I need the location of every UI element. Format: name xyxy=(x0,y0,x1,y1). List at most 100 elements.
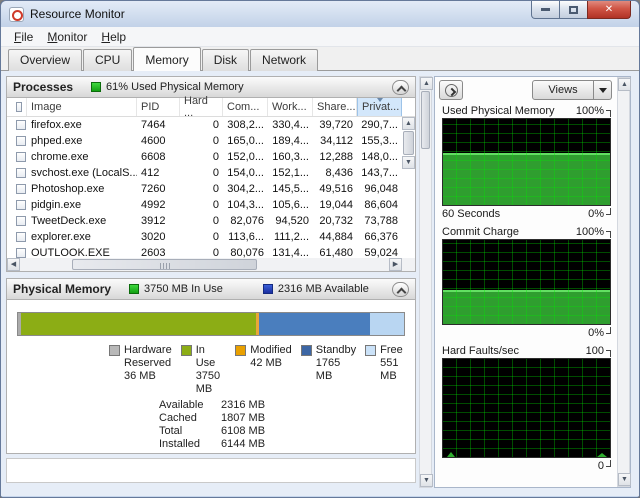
expand-panel-button[interactable] xyxy=(439,80,463,100)
graphs-panel-header: Views xyxy=(435,77,630,103)
scroll-down-icon[interactable]: ▼ xyxy=(618,473,631,486)
tab-cpu[interactable]: CPU xyxy=(83,49,133,71)
scrollbar-thumb[interactable] xyxy=(421,91,430,149)
scroll-up-icon[interactable]: ▲ xyxy=(420,77,433,90)
table-row[interactable]: svchost.exe (LocalS... 412 0 154,0... 152,1.… xyxy=(7,165,402,181)
column-header-work[interactable]: Work... xyxy=(268,98,313,116)
legend-swatch xyxy=(365,345,377,356)
column-header-image[interactable]: Image xyxy=(27,98,137,116)
minimize-button[interactable] xyxy=(531,1,560,19)
cell-image: chrome.exe xyxy=(31,151,89,163)
stat-value: 1807 MB xyxy=(221,412,266,424)
cell-value: 304,2... xyxy=(227,183,264,195)
cell-image: Photoshop.exe xyxy=(31,183,105,195)
graph-bottom-row: 0 xyxy=(442,458,611,473)
menu-item-help[interactable]: Help xyxy=(94,28,133,46)
title-bar[interactable]: Resource Monitor ✕ xyxy=(1,1,639,27)
row-checkbox[interactable] xyxy=(16,184,26,194)
collapse-physical-memory-button[interactable] xyxy=(392,281,409,297)
row-checkbox-cell xyxy=(7,216,27,226)
column-header-com[interactable]: Com... xyxy=(223,98,268,116)
tab-disk[interactable]: Disk xyxy=(201,49,250,71)
table-row[interactable]: firefox.exe 7464 0 308,2... 330,4... 39,720 29… xyxy=(7,117,402,133)
views-button-label[interactable]: Views xyxy=(532,80,594,100)
menu-item-file[interactable]: File xyxy=(7,28,40,46)
graph-gap xyxy=(442,473,611,476)
close-button[interactable]: ✕ xyxy=(587,1,631,19)
scroll-left-icon[interactable]: ◀ xyxy=(7,258,20,271)
graph-min-label: 0% xyxy=(588,326,604,339)
legend-value: 1765 MB xyxy=(315,357,341,382)
row-checkbox[interactable] xyxy=(16,168,26,178)
scrollbar-corner xyxy=(402,258,415,271)
left-pane-scrollbar[interactable]: ▲ ▼ xyxy=(419,76,433,488)
row-checkbox[interactable] xyxy=(16,136,26,146)
scroll-up-icon[interactable]: ▲ xyxy=(402,117,415,130)
tab-network[interactable]: Network xyxy=(250,49,319,71)
maximize-button[interactable] xyxy=(560,1,587,19)
legend-value: 551 MB xyxy=(380,357,399,382)
cell-value: 86,604 xyxy=(364,199,398,211)
cell-image: explorer.exe xyxy=(31,231,91,243)
graph-min-label: 0% xyxy=(588,207,604,220)
tab-overview[interactable]: Overview xyxy=(8,49,83,71)
processes-status: 61% Used Physical Memory xyxy=(106,81,244,93)
process-table-horizontal-scrollbar[interactable]: ◀ ▶ xyxy=(7,258,402,271)
scrollbar-thumb[interactable] xyxy=(403,131,414,155)
row-checkbox[interactable] xyxy=(16,248,26,258)
table-row[interactable]: chrome.exe 6608 0 152,0... 160,3... 12,288 148… xyxy=(7,149,402,165)
tab-memory[interactable]: Memory xyxy=(133,47,201,71)
menu-item-monitor[interactable]: Monitor xyxy=(40,28,94,46)
table-row[interactable]: phped.exe 4600 0 165,0... 189,4... 34,112 155,… xyxy=(7,133,402,149)
row-checkbox[interactable] xyxy=(16,200,26,210)
select-all-checkbox[interactable] xyxy=(16,102,22,112)
row-checkbox-cell xyxy=(7,168,27,178)
scrollbar-track xyxy=(618,91,629,473)
process-table-vertical-scrollbar[interactable]: ▲ ▼ xyxy=(402,117,415,258)
row-checkbox[interactable] xyxy=(16,120,26,130)
legend-text: Free 551 MB xyxy=(380,344,406,396)
scroll-right-icon[interactable]: ▶ xyxy=(389,258,402,271)
table-row[interactable]: OUTLOOK.EXE 2603 0 80,076 131,4... 61,480 59,0… xyxy=(7,245,402,258)
bar-segment-free xyxy=(369,313,404,335)
scroll-up-icon[interactable]: ▲ xyxy=(618,78,631,91)
stat-value: 2316 MB xyxy=(221,399,266,411)
scroll-down-icon[interactable]: ▼ xyxy=(420,474,433,487)
cell-pid: 4600 xyxy=(141,135,166,147)
scale-bracket-bottom xyxy=(606,459,611,467)
cell-value: 61,480 xyxy=(319,247,353,258)
column-header-privat[interactable]: Privat... xyxy=(357,98,402,116)
graphs-panel: Views Used Physical Memory 100% 60 Seconds… xyxy=(434,76,631,488)
column-header-share[interactable]: Share... xyxy=(313,98,357,116)
cell-image: svchost.exe (LocalS... xyxy=(31,167,137,179)
cell-pid: 7464 xyxy=(141,119,166,131)
legend-value: 42 MB xyxy=(250,357,283,369)
legend-swatch xyxy=(180,345,192,356)
row-checkbox[interactable] xyxy=(16,216,26,226)
scrollbar-thumb[interactable] xyxy=(72,259,257,270)
scroll-down-icon[interactable]: ▼ xyxy=(402,156,415,169)
views-button[interactable]: Views xyxy=(532,80,612,100)
legend-text: Modified 42 MB xyxy=(250,344,292,396)
row-checkbox[interactable] xyxy=(16,232,26,242)
row-checkbox-cell xyxy=(7,120,27,130)
cell-value: 0 xyxy=(212,247,219,258)
collapse-processes-button[interactable] xyxy=(392,79,409,95)
cell-value: 59,024 xyxy=(364,247,398,258)
views-dropdown-arrow-icon[interactable] xyxy=(594,80,612,100)
graphs-panel-scrollbar[interactable]: ▲ ▼ xyxy=(617,77,631,487)
row-checkbox-cell xyxy=(7,232,27,242)
column-header-hard[interactable]: Hard ... xyxy=(180,95,223,119)
cell-value: 105,6... xyxy=(272,199,309,211)
table-row[interactable]: TweetDeck.exe 3912 0 82,076 94,520 20,732 73,7… xyxy=(7,213,402,229)
column-header-pid[interactable]: PID xyxy=(137,98,180,116)
cell-image: phped.exe xyxy=(31,135,83,147)
graphs-container: Used Physical Memory 100% 60 Seconds 0% Comm… xyxy=(435,103,616,476)
legend-item: Modified 42 MB xyxy=(235,344,292,396)
table-row[interactable]: Photoshop.exe 7260 0 304,2... 145,5... 49,516… xyxy=(7,181,402,197)
table-row[interactable]: explorer.exe 3020 0 113,6... 111,2... 44,884 6… xyxy=(7,229,402,245)
row-checkbox[interactable] xyxy=(16,152,26,162)
cell-value: 8,436 xyxy=(325,167,353,179)
table-row[interactable]: pidgin.exe 4992 0 104,3... 105,6... 19,044 86,… xyxy=(7,197,402,213)
memory-legend: Hardware Reserved 36 MB In Use 3750 MB Modif… xyxy=(109,344,415,396)
